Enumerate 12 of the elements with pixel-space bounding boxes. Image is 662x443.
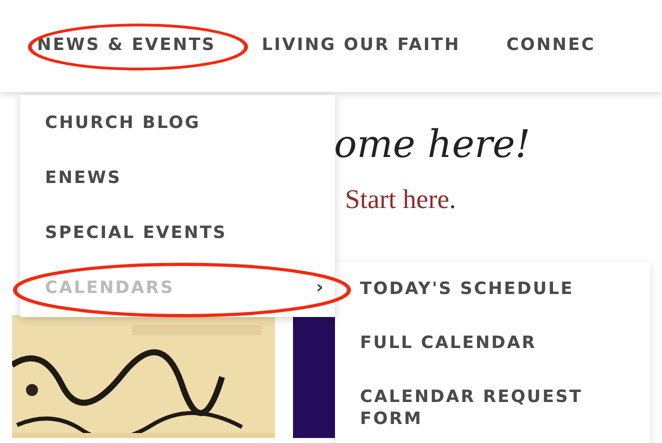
menu-item[interactable]: FULL CALENDAR <box>335 324 650 378</box>
menu-item[interactable]: SPECIAL EVENTS <box>20 205 335 260</box>
nav-link[interactable]: LIVING OUR FAITH <box>262 33 460 57</box>
menu-item[interactable]: CALENDARS › <box>20 260 335 315</box>
nav-link[interactable]: CONNEC <box>506 33 596 57</box>
menu-item[interactable]: CHURCH BLOG <box>20 95 335 150</box>
welcome-heading: ome here! <box>334 122 532 166</box>
start-link[interactable]: Start here <box>345 184 450 214</box>
menu-item[interactable]: ENEWS <box>20 150 335 205</box>
menu-item[interactable]: TODAY'S SCHEDULE <box>335 270 650 324</box>
period-text: . <box>449 184 456 214</box>
menu-item[interactable]: CALENDAR REQUEST FORM <box>335 378 650 443</box>
